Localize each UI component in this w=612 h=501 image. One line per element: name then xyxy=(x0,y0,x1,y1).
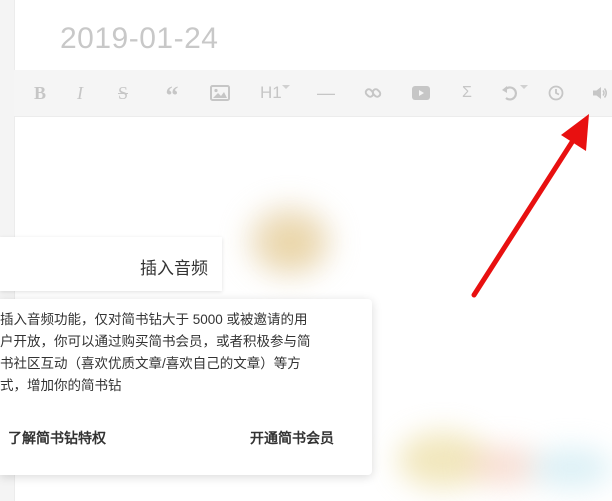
red-annotation-arrow xyxy=(471,114,589,298)
